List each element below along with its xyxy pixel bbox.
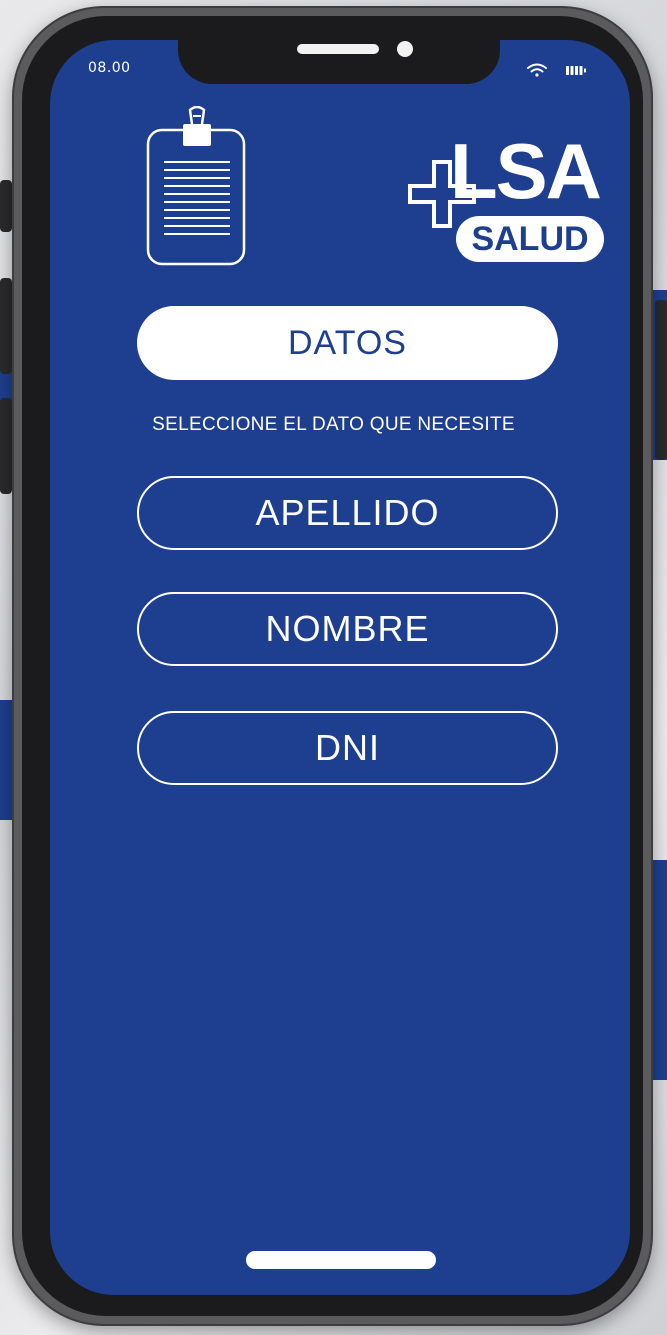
status-time: 08.00: [88, 60, 131, 76]
clipboard-icon: [146, 106, 246, 266]
front-camera: [397, 41, 413, 57]
logo-sub-text: SALUD: [471, 220, 588, 258]
status-icons: [527, 63, 586, 77]
wifi-icon: [527, 63, 547, 77]
dni-button[interactable]: DNI: [137, 711, 558, 785]
power-button: [655, 300, 667, 460]
datos-header: DATOS: [137, 306, 558, 380]
speaker-grille: [297, 44, 379, 54]
battery-icon: [566, 66, 586, 75]
apellido-button[interactable]: APELLIDO: [137, 476, 558, 550]
silent-switch: [0, 180, 12, 232]
logo-main-text: LSA: [450, 127, 601, 215]
instruction-text: SELECCIONE EL DATO QUE NECESITE: [152, 414, 515, 435]
nombre-button[interactable]: NOMBRE: [137, 592, 558, 666]
volume-up-button: [0, 278, 12, 374]
lsa-salud-logo: LSA SALUD: [408, 127, 604, 262]
home-indicator[interactable]: [246, 1251, 436, 1269]
volume-down-button: [0, 398, 12, 494]
